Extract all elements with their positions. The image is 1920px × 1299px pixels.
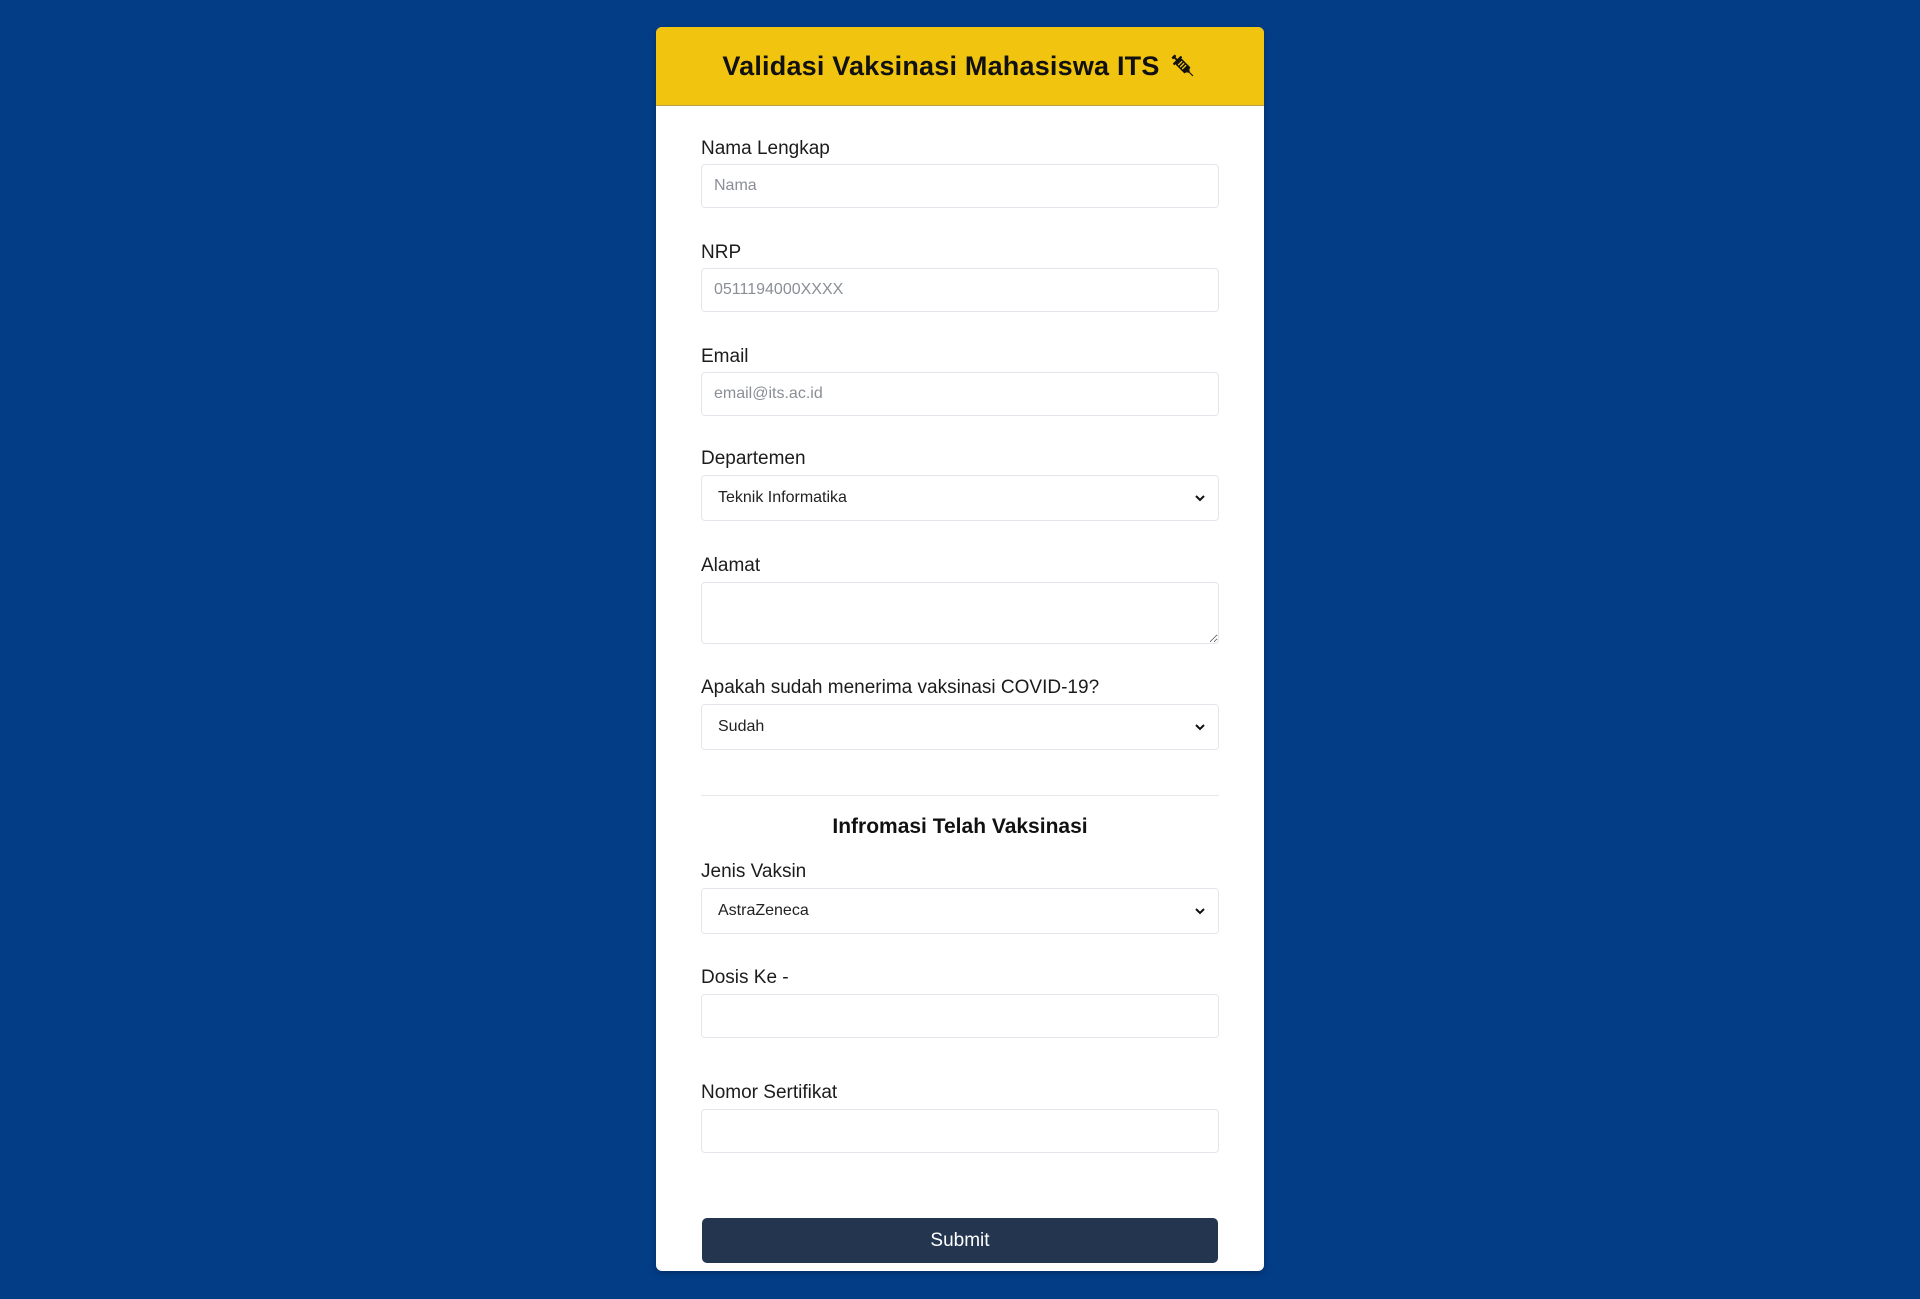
nama-input[interactable] [701, 164, 1219, 208]
alamat-label: Alamat [701, 555, 761, 576]
jenis-vaksin-selected-value: AstraZeneca [718, 902, 809, 919]
departemen-select[interactable]: Teknik Informatika [701, 475, 1219, 521]
chevron-down-icon [1195, 724, 1205, 731]
dosis-input[interactable] [701, 994, 1219, 1038]
departemen-label: Departemen [701, 448, 806, 469]
dosis-label: Dosis Ke - [701, 967, 789, 988]
section-divider [701, 795, 1219, 796]
vaccination-form-card: Validasi Vaksinasi Mahasiswa ITS Nama Le… [656, 27, 1264, 1271]
sertifikat-label: Nomor Sertifikat [701, 1082, 838, 1103]
email-label: Email [701, 346, 749, 367]
syringe-icon [1171, 54, 1193, 77]
nrp-input[interactable] [701, 268, 1219, 312]
email-input[interactable] [701, 372, 1219, 416]
vaksinasi-label: Apakah sudah menerima vaksinasi COVID-19… [701, 677, 1100, 698]
jenis-vaksin-select[interactable]: AstraZeneca [701, 888, 1219, 934]
vaccine-info-title: Infromasi Telah Vaksinasi [832, 815, 1088, 838]
form-header: Validasi Vaksinasi Mahasiswa ITS [656, 27, 1264, 106]
alamat-textarea[interactable] [701, 582, 1219, 644]
chevron-down-icon [1195, 495, 1205, 502]
nrp-label: NRP [701, 242, 742, 263]
nama-label: Nama Lengkap [701, 138, 830, 159]
departemen-selected-value: Teknik Informatika [718, 489, 847, 506]
vaksinasi-selected-value: Sudah [718, 718, 765, 735]
sertifikat-input[interactable] [701, 1109, 1219, 1153]
form-title: Validasi Vaksinasi Mahasiswa ITS [722, 50, 1160, 81]
chevron-down-icon [1195, 908, 1205, 915]
jenis-vaksin-label: Jenis Vaksin [701, 861, 807, 882]
vaksinasi-select[interactable]: Sudah [701, 704, 1219, 750]
submit-button[interactable]: Submit [702, 1218, 1218, 1263]
